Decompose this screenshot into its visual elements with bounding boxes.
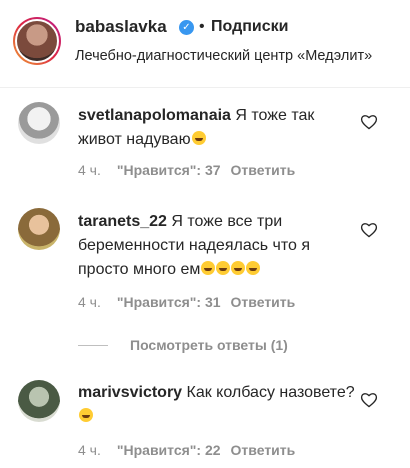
- reply-button[interactable]: Ответить: [231, 162, 296, 178]
- comment-username[interactable]: taranets_22: [78, 213, 167, 230]
- like-heart-icon[interactable]: [360, 392, 378, 408]
- comment-likes[interactable]: "Нравится": 37: [117, 162, 221, 178]
- view-replies-button[interactable]: Посмотреть ответы (1): [130, 337, 288, 353]
- laughing-emoji-icon: [231, 261, 246, 275]
- post-header: babaslavka ✓ • Подписки Лечебно-диагност…: [0, 0, 410, 88]
- comment-likes[interactable]: "Нравится": 31: [117, 294, 221, 310]
- like-heart-icon[interactable]: [360, 222, 378, 238]
- comment-time[interactable]: 4 ч.: [78, 294, 101, 310]
- laughing-emoji-icon: [201, 261, 216, 275]
- laughing-emoji-icon: [216, 261, 231, 275]
- comment-body: Как колбасу назовете?: [186, 384, 355, 401]
- comment-meta: 4 ч. "Нравится": 31 Ответить: [78, 294, 311, 310]
- comment-username[interactable]: marivsvictory: [78, 384, 182, 401]
- author-avatar[interactable]: [13, 17, 61, 65]
- comment-meta: 4 ч. "Нравится": 37 Ответить: [78, 162, 311, 178]
- location-link[interactable]: Лечебно-диагностический центр «Медэлит»: [75, 48, 372, 64]
- reply-button[interactable]: Ответить: [231, 442, 296, 458]
- like-heart-icon[interactable]: [360, 114, 378, 130]
- comment-time[interactable]: 4 ч.: [78, 162, 101, 178]
- comment-text: marivsvictory Как колбасу назовете?: [78, 381, 360, 429]
- comment-text: taranets_22 Я тоже все три беременности …: [78, 210, 360, 282]
- comment-avatar[interactable]: [18, 380, 60, 422]
- separator-dot: •: [199, 18, 205, 35]
- comment-likes[interactable]: "Нравится": 22: [117, 442, 221, 458]
- reply-button[interactable]: Ответить: [231, 294, 296, 310]
- author-username[interactable]: babaslavka: [75, 17, 167, 37]
- laughing-emoji-icon: [191, 131, 206, 145]
- comment-time[interactable]: 4 ч.: [78, 442, 101, 458]
- laughing-emoji-icon: [79, 408, 93, 422]
- comment-meta: 4 ч. "Нравится": 22 Ответить: [78, 442, 311, 458]
- comment-avatar[interactable]: [18, 102, 60, 144]
- replies-divider: [78, 345, 108, 346]
- comment-avatar[interactable]: [18, 208, 60, 250]
- following-button[interactable]: Подписки: [211, 18, 288, 36]
- verified-badge-icon: ✓: [179, 20, 194, 35]
- comment-username[interactable]: svetlanapolomanaia: [78, 107, 231, 124]
- comment-text: svetlanapolomanaia Я тоже так живот наду…: [78, 104, 360, 152]
- laughing-emoji-icon: [246, 261, 261, 275]
